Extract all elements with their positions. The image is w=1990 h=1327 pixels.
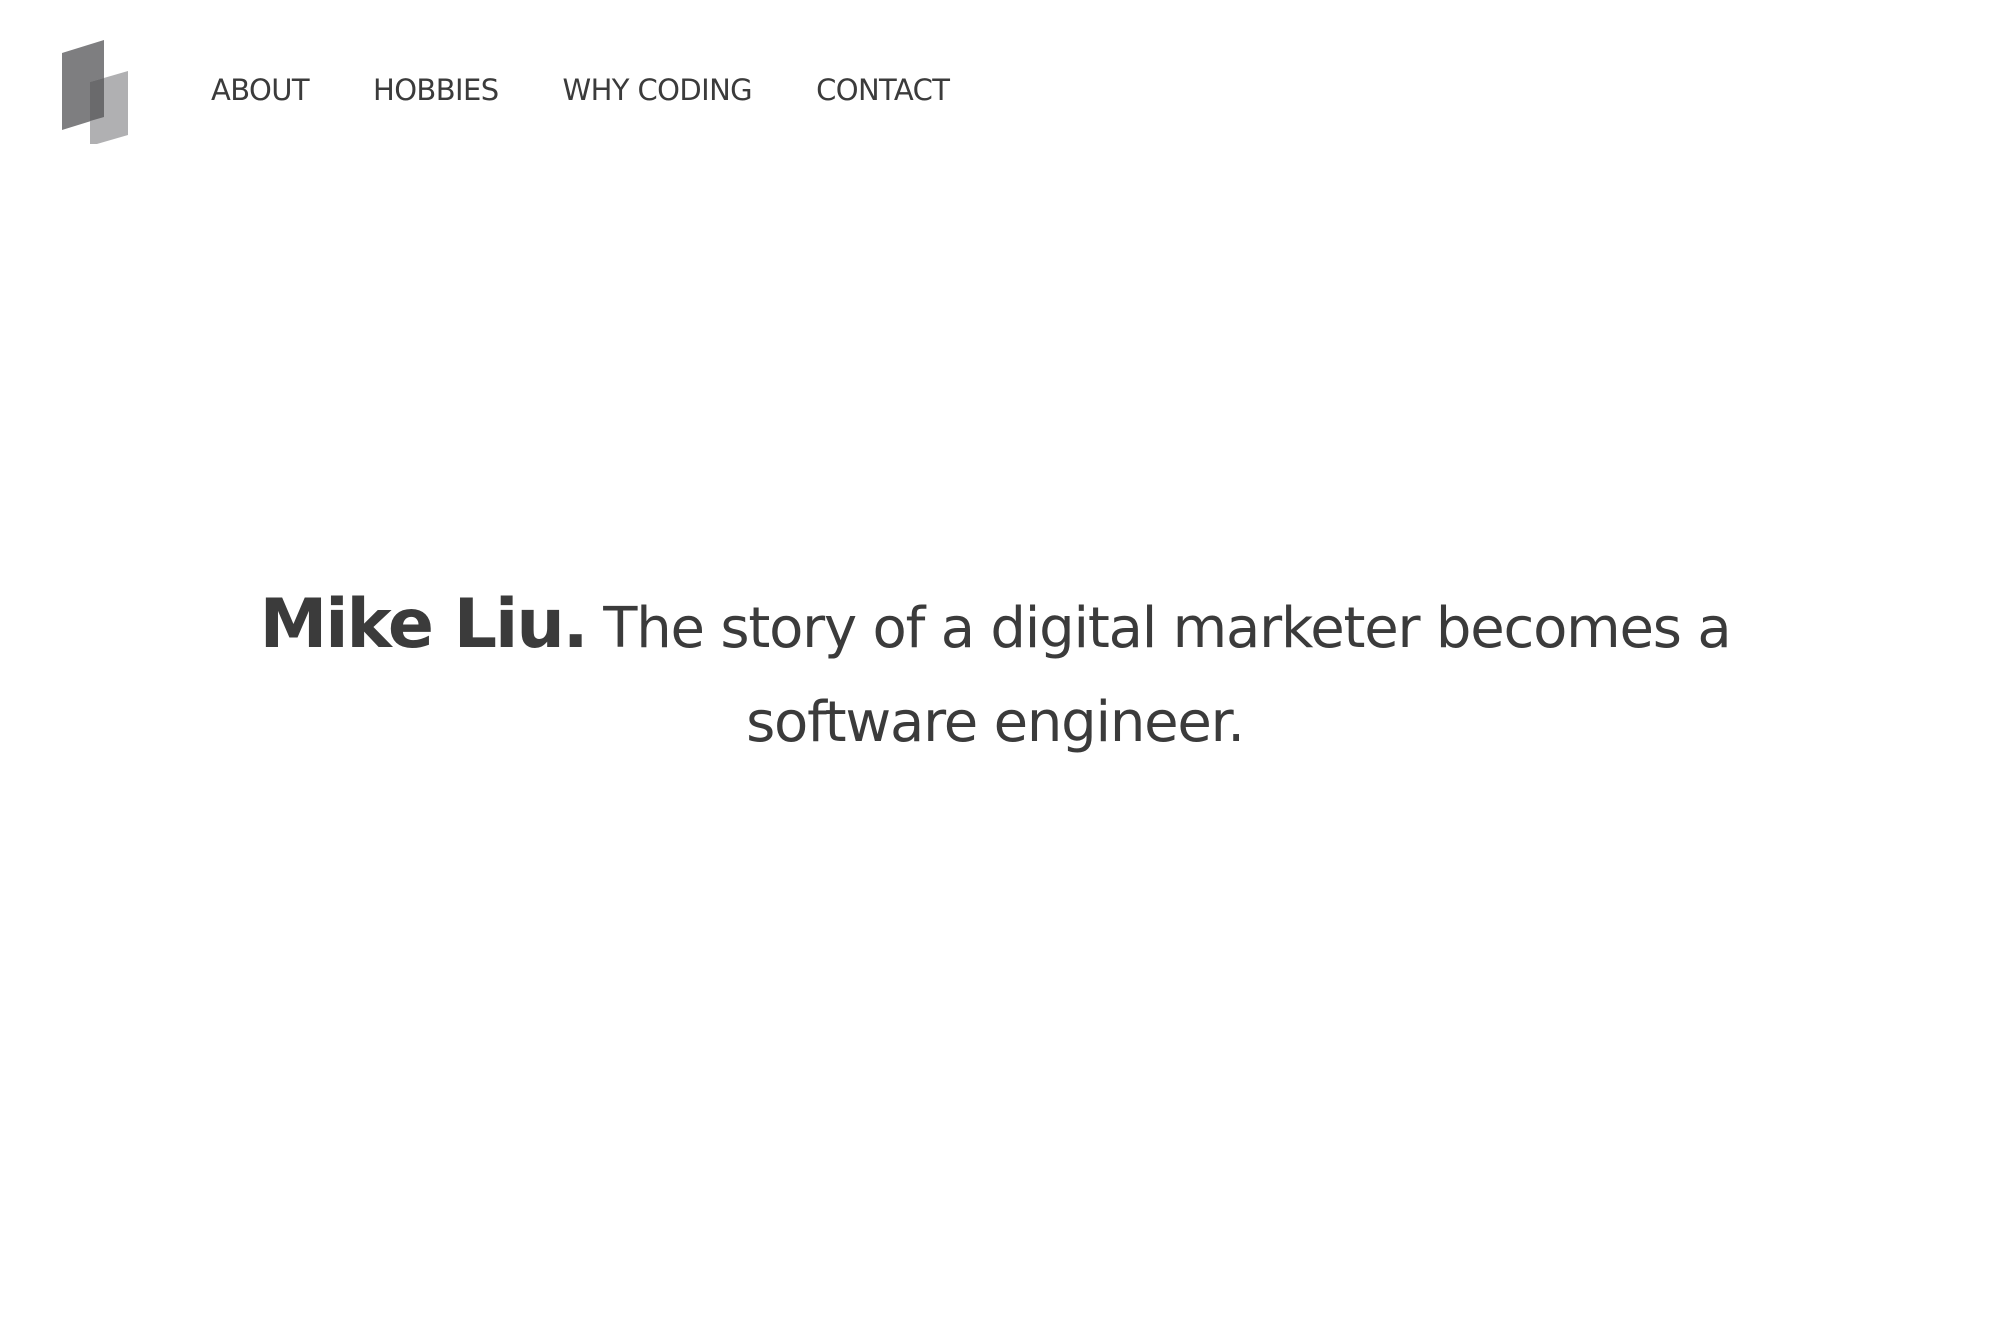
nav-hobbies-link[interactable]: HOBBIES — [373, 73, 499, 107]
stacked-panels-logo-icon — [62, 40, 128, 146]
logo-icon[interactable] — [62, 40, 130, 146]
nav-why-coding-link[interactable]: WHY CODING — [563, 73, 753, 107]
main-nav: ABOUT HOBBIES WHY CODING CONTACT — [211, 68, 1013, 112]
site-header: ABOUT HOBBIES WHY CODING CONTACT — [0, 0, 1990, 180]
hero-name: Mike Liu. — [259, 585, 589, 664]
hero-tagline: The story of a digital marketer becomes … — [603, 596, 1731, 755]
nav-contact-link[interactable]: CONTACT — [816, 73, 950, 107]
nav-about-link[interactable]: ABOUT — [211, 73, 310, 107]
hero-heading: Mike Liu. The story of a digital markete… — [150, 578, 1840, 770]
